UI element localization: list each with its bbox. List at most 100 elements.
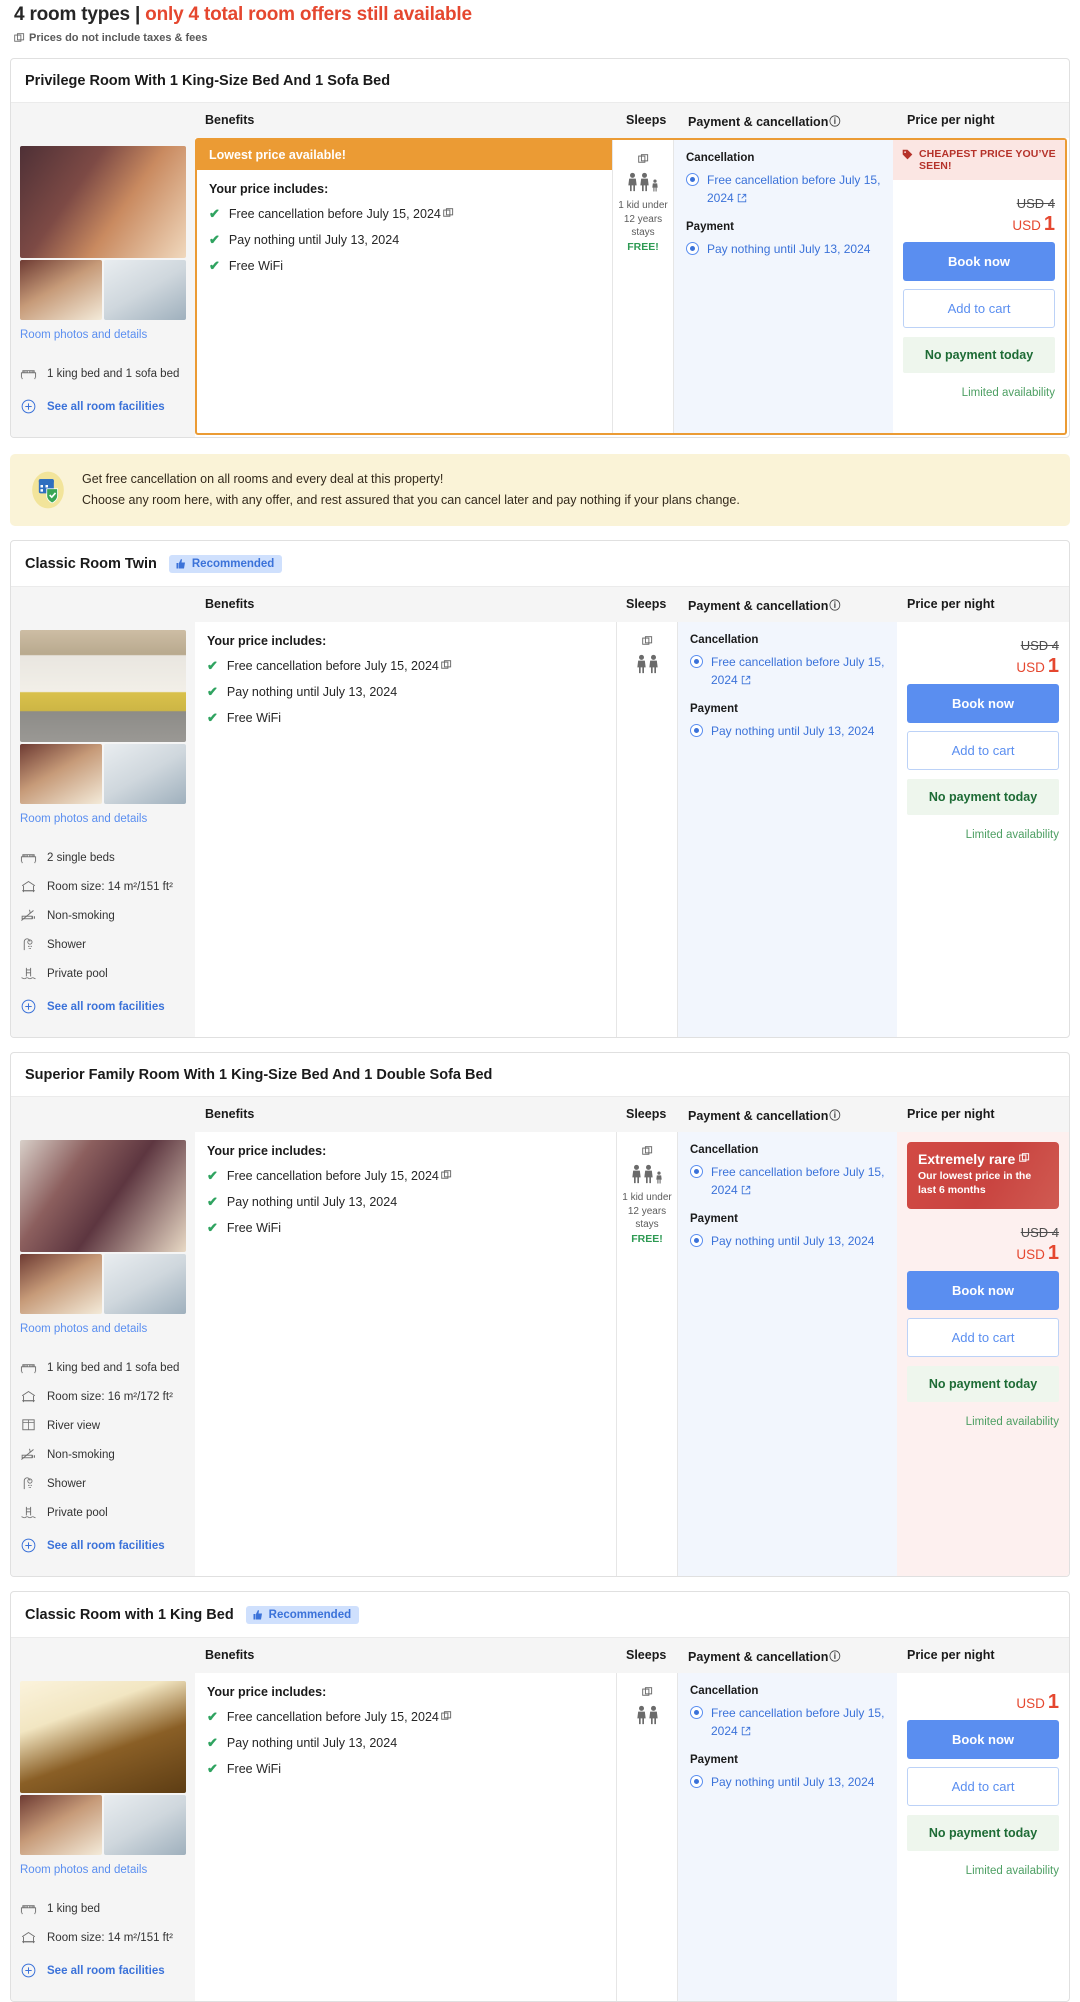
offer-row: Room photos and details 1 king bed and 1 … [11,1132,1069,1576]
room-photos-and-details-link[interactable]: Room photos and details [20,813,186,825]
adult-icon [632,1164,641,1184]
room-photo-thumbnails[interactable] [20,1254,186,1314]
limited-availability-label: Limited availability [965,829,1059,841]
radio-selected-icon[interactable] [690,1165,703,1178]
see-all-facilities-label[interactable]: See all room facilities [47,1965,165,1977]
payment-option-label[interactable]: Pay nothing until July 13, 2024 [711,722,874,740]
room-photos-and-details-link[interactable]: Room photos and details [20,1323,186,1335]
radio-selected-icon[interactable] [686,173,699,186]
room-photo-main[interactable] [20,1681,186,1793]
check-icon: ✔ [207,710,218,726]
add-to-cart-button[interactable]: Add to cart [907,731,1059,770]
room-photo-thumb[interactable] [104,260,186,320]
info-icon[interactable]: ⓘ [829,1107,840,1123]
radio-selected-icon[interactable] [690,1706,703,1719]
price-amount: 1 [1047,655,1059,677]
current-price: USD 1 [903,213,1055,236]
no-payment-today-badge: No payment today [907,1365,1059,1402]
payment-option[interactable]: Pay nothing until July 13, 2024 [690,1232,887,1250]
info-icon[interactable]: ⓘ [829,1648,840,1664]
book-now-button[interactable]: Book now [907,1720,1059,1759]
cancellation-option-label[interactable]: Free cancellation before July 15, 2024 [711,653,887,689]
see-all-facilities-label[interactable]: See all room facilities [47,1001,165,1013]
room-title: Classic Room with 1 King Bed [25,1607,234,1623]
payment-option-label[interactable]: Pay nothing until July 13, 2024 [711,1773,874,1791]
benefit-pay-nothing: ✔ Pay nothing until July 13, 2024 [207,683,604,701]
facility-item: Private pool [20,1498,186,1527]
non-smoking-icon [20,907,37,924]
see-all-facilities-label[interactable]: See all room facilities [47,401,165,413]
payment-option[interactable]: Pay nothing until July 13, 2024 [686,240,883,258]
facility-item: Room size: 14 m²/151 ft² [20,1923,186,1952]
room-photo-thumb[interactable] [20,744,102,804]
info-icon[interactable]: ⓘ [829,597,840,613]
room-column-header [11,1638,195,1673]
room-photo-thumb[interactable] [20,260,102,320]
plus-circle-icon[interactable] [20,1537,37,1554]
see-all-facilities-link[interactable]: See all room facilities [20,392,186,421]
room-photos-and-details-link[interactable]: Room photos and details [20,1864,186,1876]
radio-selected-icon[interactable] [690,724,703,737]
sleeps-column: 1 kid under 12 years stays FREE! [612,140,674,433]
see-all-facilities-label[interactable]: See all room facilities [47,1540,165,1552]
benefit-label: Free cancellation before July 15, 2024 [229,205,454,223]
room-photo-thumb[interactable] [104,1795,186,1855]
check-icon: ✔ [207,1220,218,1236]
see-all-facilities-link[interactable]: See all room facilities [20,992,186,1021]
room-photo-thumbnails[interactable] [20,260,186,320]
payment-label: Payment [690,703,738,715]
your-price-includes-label: Your price includes: [207,1144,327,1158]
cancellation-option-label[interactable]: Free cancellation before July 15, 2024 [711,1163,887,1199]
room-photo-thumb[interactable] [104,744,186,804]
benefit-label: Pay nothing until July 13, 2024 [226,685,398,700]
room-photo-thumb[interactable] [104,1254,186,1314]
book-now-button[interactable]: Book now [907,684,1059,723]
plus-circle-icon[interactable] [20,1962,37,1979]
external-window-icon [441,660,451,669]
original-price: USD 4 [1016,196,1055,211]
see-all-facilities-link[interactable]: See all room facilities [20,1956,186,1985]
room-photos-and-details-link[interactable]: Room photos and details [20,329,186,341]
payment-option[interactable]: Pay nothing until July 13, 2024 [690,1773,887,1791]
cancellation-option[interactable]: Free cancellation before July 15, 2024 [690,653,887,689]
book-now-button[interactable]: Book now [903,242,1055,281]
radio-selected-icon[interactable] [690,1234,703,1247]
add-to-cart-button[interactable]: Add to cart [907,1317,1059,1357]
sleeps-occupancy-icons [621,654,673,674]
plus-circle-icon[interactable] [20,998,37,1015]
room-photo-thumb[interactable] [20,1795,102,1855]
radio-selected-icon[interactable] [686,242,699,255]
payment-option[interactable]: Pay nothing until July 13, 2024 [690,722,887,740]
room-photo-thumbnails[interactable] [20,744,186,804]
cancellation-option-label[interactable]: Free cancellation before July 15, 2024 [711,1704,887,1740]
book-now-button[interactable]: Book now [907,1270,1059,1310]
room-photo-thumbnails[interactable] [20,1795,186,1855]
cancellation-label: Cancellation [686,152,755,164]
add-to-cart-button[interactable]: Add to cart [907,1767,1059,1806]
radio-selected-icon[interactable] [690,1775,703,1788]
room-photo-thumb[interactable] [20,1254,102,1314]
cancellation-option[interactable]: Free cancellation before July 15, 2024 [690,1704,887,1740]
plus-circle-icon[interactable] [20,398,37,415]
room-photo-main[interactable] [20,1140,186,1252]
facility-label: Non-smoking [47,1448,115,1461]
adult-icon [644,1164,653,1184]
offer-row: Room photos and details 1 king bed Room si… [11,1673,1069,2001]
radio-selected-icon[interactable] [690,655,703,668]
extremely-rare-badge: Extremely rare Our lowest price in the l… [907,1142,1059,1209]
info-icon[interactable]: ⓘ [829,113,840,129]
adult-icon [628,172,637,192]
payment-option-label[interactable]: Pay nothing until July 13, 2024 [711,1232,874,1250]
see-all-facilities-link[interactable]: See all room facilities [20,1531,186,1560]
external-window-icon [641,1146,652,1155]
room-photo-main[interactable] [20,630,186,742]
cancellation-option[interactable]: Free cancellation before July 15, 2024 [690,1163,887,1199]
price-currency: USD [1016,660,1045,675]
cancellation-option[interactable]: Free cancellation before July 15, 2024 [686,171,883,207]
cancellation-option-label[interactable]: Free cancellation before July 15, 2024 [707,171,883,207]
payment-option-label[interactable]: Pay nothing until July 13, 2024 [707,240,870,258]
add-to-cart-button[interactable]: Add to cart [903,289,1055,328]
external-window-icon [637,154,648,163]
benefits-column-header: Benefits [205,1107,255,1121]
room-photo-main[interactable] [20,146,186,258]
